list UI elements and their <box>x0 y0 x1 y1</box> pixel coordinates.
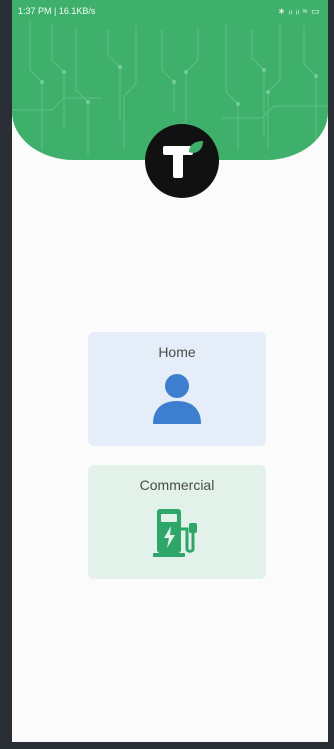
status-time-speed: 1:37 PM | 16.1KB/s <box>18 6 96 16</box>
app-logo <box>145 124 219 198</box>
commercial-option-card[interactable]: Commercial <box>88 465 266 579</box>
home-option-card[interactable]: Home <box>88 332 266 446</box>
ev-charger-icon <box>153 509 197 557</box>
app-screen: 1:37 PM | 16.1KB/s ∗ ᵢₗ ᵢₗ ≈ ▭ Home Comm… <box>12 0 330 745</box>
status-bar: 1:37 PM | 16.1KB/s ∗ ᵢₗ ᵢₗ ≈ ▭ <box>12 0 328 22</box>
t-leaf-logo-icon <box>163 141 203 178</box>
home-option-label: Home <box>158 344 196 360</box>
status-icons: ∗ ᵢₗ ᵢₗ ≈ ▭ <box>277 6 320 16</box>
commercial-option-label: Commercial <box>139 477 215 493</box>
person-icon <box>153 374 201 424</box>
